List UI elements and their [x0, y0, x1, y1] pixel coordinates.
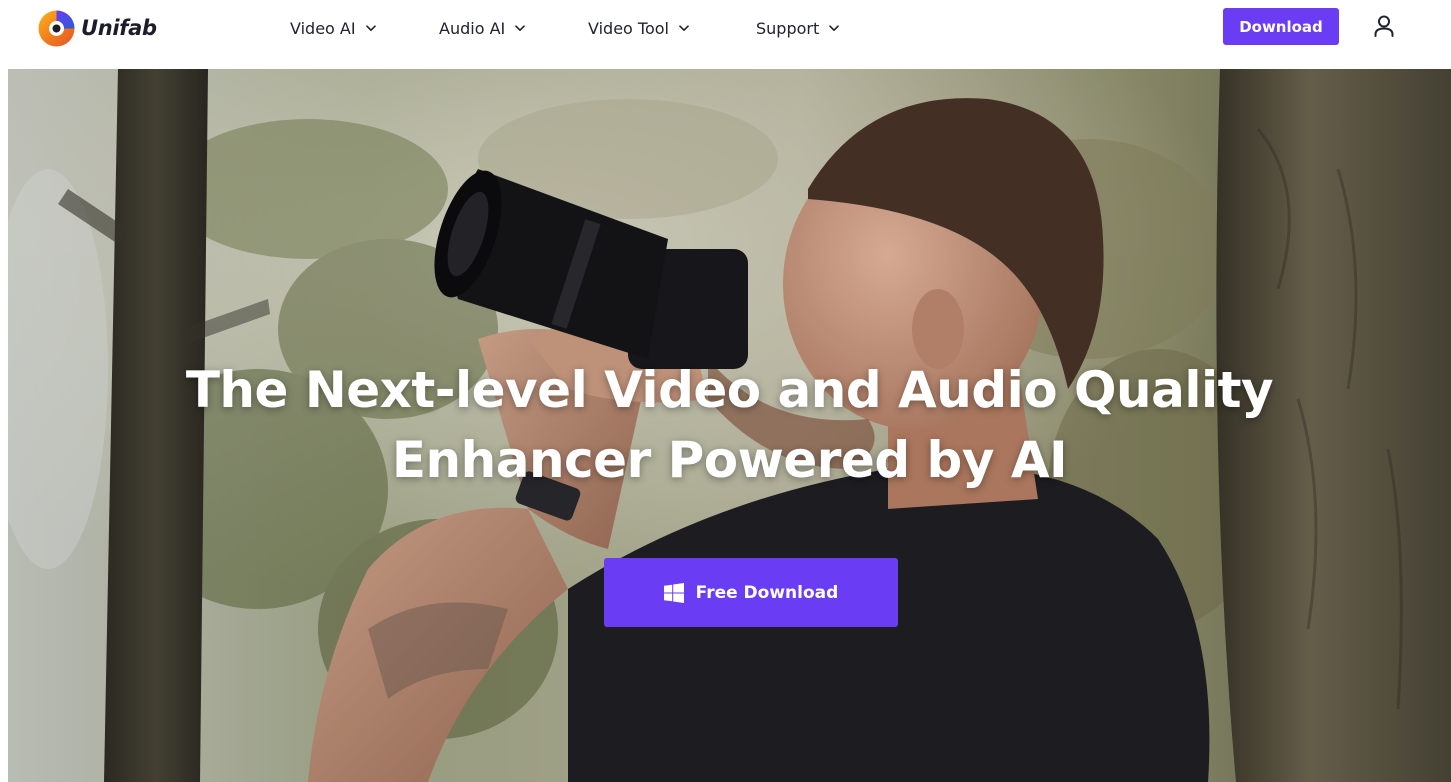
free-download-label: Free Download [695, 582, 839, 603]
user-icon[interactable] [1372, 14, 1396, 38]
chevron-down-icon [515, 23, 526, 33]
nav-item-label: Video Tool [588, 18, 669, 38]
free-download-button[interactable]: Free Download [604, 558, 898, 627]
nav-item-label: Audio AI [439, 18, 506, 38]
logo-text: Unifab [81, 16, 157, 40]
hero-title: The Next-level Video and Audio Quality E… [8, 355, 1451, 495]
chevron-down-icon [829, 23, 840, 33]
hero-title-line-1: The Next-level Video and Audio Quality [185, 361, 1274, 419]
nav-item-audio-ai[interactable]: Audio AI [439, 0, 588, 56]
nav-item-video-tool[interactable]: Video Tool [588, 0, 756, 56]
site-header: Unifab Video AI Audio AI Video Tool Supp… [0, 0, 1451, 56]
hero-banner: The Next-level Video and Audio Quality E… [8, 69, 1451, 782]
hero-title-line-2: Enhancer Powered by AI [391, 431, 1068, 489]
main-nav: Video AI Audio AI Video Tool Support [290, 0, 876, 56]
logo[interactable]: Unifab [38, 9, 157, 47]
unifab-logo-icon [38, 10, 75, 47]
nav-item-video-ai[interactable]: Video AI [290, 0, 439, 56]
nav-item-support[interactable]: Support [756, 0, 876, 56]
nav-item-label: Video AI [290, 18, 356, 38]
chevron-down-icon [365, 23, 376, 33]
download-button[interactable]: Download [1223, 8, 1339, 45]
chevron-down-icon [679, 23, 689, 33]
windows-icon [663, 582, 684, 603]
nav-item-label: Support [756, 18, 820, 38]
